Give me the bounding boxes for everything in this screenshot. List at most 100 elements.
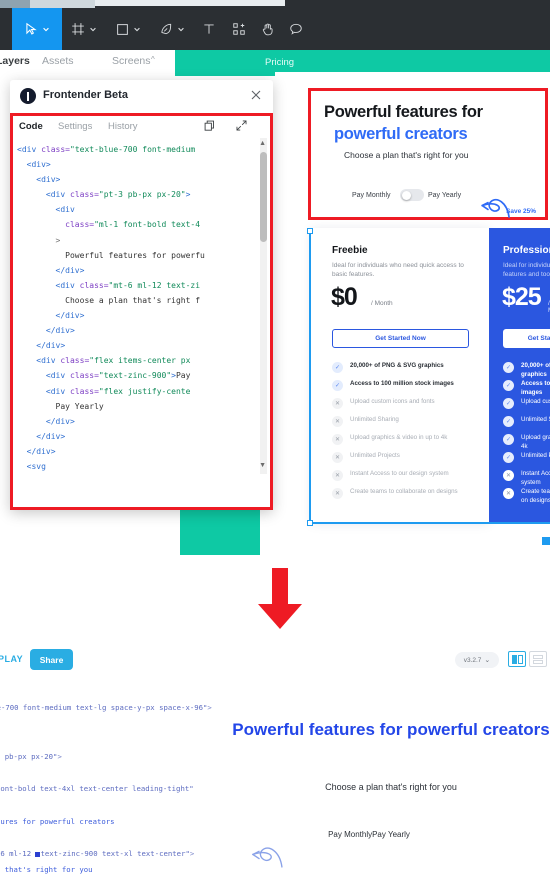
preview-heading: Powerful features for powerful creators [232, 720, 550, 739]
layout-pane-left [512, 654, 517, 664]
comment-bubble-icon [290, 23, 302, 35]
chevron-down-icon [133, 27, 140, 32]
editor-code-text: nfig "text-blue-700 font-medium text-lg … [0, 703, 212, 875]
frame-tool[interactable] [62, 8, 106, 50]
feature-label: Instant Access to our design system [521, 470, 550, 486]
preview-annotation-arrow-icon [252, 847, 283, 868]
layout-pane-top [533, 654, 543, 659]
hand-icon [262, 23, 273, 36]
frontender-plugin-panel: Frontender Beta Code Settings History <d… [10, 80, 273, 510]
move-tool[interactable] [12, 8, 62, 50]
plugin-code-scrollbar[interactable] [260, 138, 267, 474]
text-tool[interactable] [194, 8, 224, 50]
card-cta-button[interactable]: Get Started Now [503, 329, 550, 348]
tab-screens[interactable]: Screens [112, 55, 151, 67]
layout-pane-bottom [533, 659, 543, 664]
screenshot-root: Layers Assets Screens ^ Pricing Frontend… [0, 0, 550, 882]
billing-period-toggle[interactable] [400, 189, 424, 201]
editor-top-bar: PLAY Share v3.2.7 ⌄ [0, 640, 550, 683]
chevron-down-icon [90, 27, 96, 32]
pen-tool[interactable] [150, 8, 194, 50]
selection-edge-left[interactable] [309, 231, 311, 523]
card-cta-button[interactable]: Get Started Now [332, 329, 469, 348]
toggle-knob [401, 190, 411, 200]
code-line: > [55, 235, 61, 245]
feature-item: ✓ 20,000+ of PNG & SVG graphics [503, 362, 550, 379]
code-line: <div class="flex items-center px [36, 356, 191, 366]
components-tool[interactable] [224, 8, 254, 50]
feature-item: ✕ Create teams to collaborate on designs [503, 488, 550, 505]
tab-layers[interactable]: Layers [0, 55, 30, 67]
feature-item: ✓ Access to 100 million stock images [332, 380, 482, 391]
version-selector[interactable]: v3.2.7 ⌄ [455, 652, 499, 668]
tab-settings[interactable]: Settings [58, 121, 92, 132]
share-button[interactable]: Share [30, 649, 73, 670]
selection-edge-bottom[interactable] [309, 522, 550, 524]
editor-code-pane[interactable]: nfig "text-blue-700 font-medium text-lg … [0, 682, 232, 882]
preview-subtitle: Choose a plan that's right for you [325, 782, 457, 792]
hand-tool[interactable] [254, 8, 282, 50]
feature-item: ✓ 20,000+ of PNG & SVG graphics [332, 362, 482, 373]
card-price: $0 [331, 283, 358, 311]
code-line: </div> [55, 311, 85, 321]
selection-handle-bottom-left[interactable] [307, 520, 313, 526]
play-button[interactable]: PLAY [0, 654, 23, 664]
red-down-arrow [258, 568, 302, 629]
components-icon [233, 23, 245, 35]
copy-icon[interactable] [203, 119, 217, 133]
toggle-label-monthly: Pay Monthly [352, 192, 391, 199]
tab-code[interactable]: Code [19, 121, 43, 132]
code-line: <div class="pt-3 pb-px px-20"> [45, 190, 191, 200]
feature-item: ✕ Upload custom icons and fonts [332, 398, 482, 409]
code-line: Powerful features for powerfu [65, 250, 205, 260]
code-line: Pay Yearly [55, 401, 104, 411]
code-line: class="ml-1 font-bold text-4 [65, 220, 201, 230]
freebie-card: Freebie Ideal for individuals who need q… [311, 228, 489, 523]
scroll-up-icon[interactable]: ▲ [259, 140, 266, 147]
code-line: <div class="flex justify-cente [45, 386, 191, 396]
canvas-teal-block [180, 505, 260, 555]
layout-split-vertical-button[interactable] [508, 651, 526, 667]
text-icon [204, 24, 214, 34]
window-top-strip [0, 0, 550, 8]
selection-corner-marker[interactable] [542, 537, 550, 545]
code-line: Choose a plan that's right f [65, 295, 201, 305]
plugin-logo-icon [20, 88, 36, 104]
feature-label: Create teams to collaborate on designs [521, 488, 550, 504]
hero-title-line-2: powerful creators [334, 125, 468, 143]
feature-item: ✓ Unlimited Sharing [503, 416, 550, 427]
tab-screens-caret-icon[interactable]: ^ [151, 55, 155, 64]
selection-handle-top-left[interactable] [307, 228, 313, 234]
save-annotation-arrow-icon [481, 198, 510, 218]
cross-icon: ✕ [332, 488, 343, 499]
frame-icon [72, 23, 84, 35]
code-line: </div> [36, 431, 66, 441]
tab-history[interactable]: History [108, 121, 138, 132]
layout-pane-right [518, 654, 523, 664]
card-title: Professional [503, 245, 550, 256]
expand-diagonal-icon[interactable] [235, 119, 248, 132]
shape-tool[interactable] [106, 8, 150, 50]
top-strip-shade-b [30, 0, 95, 8]
comment-tool[interactable] [282, 8, 310, 50]
check-icon: ✓ [503, 434, 514, 445]
cross-icon: ✕ [332, 416, 343, 427]
feature-label: 20,000+ of PNG & SVG graphics [350, 362, 444, 369]
scrollbar-thumb[interactable] [260, 152, 267, 242]
plugin-code-viewer[interactable]: <div class="text-blue-700 font-medium <d… [13, 138, 263, 474]
scroll-down-icon[interactable]: ▼ [259, 462, 266, 469]
close-icon[interactable] [248, 87, 264, 103]
chevron-down-icon [178, 27, 184, 32]
tab-assets[interactable]: Assets [42, 55, 74, 67]
left-panel-tabs: Layers Assets Screens ^ [0, 50, 175, 76]
cross-icon: ✕ [503, 470, 514, 481]
preview-toggle-text: Pay MonthlyPay Yearly [328, 830, 410, 839]
layout-split-horizontal-button[interactable] [529, 651, 547, 667]
check-icon: ✓ [332, 380, 343, 391]
feature-label: Instant Access to our design system [350, 470, 449, 477]
cross-icon: ✕ [332, 470, 343, 481]
layout-switcher [508, 651, 550, 667]
plugin-title: Frontender Beta [43, 89, 128, 101]
feature-label: Unlimited Sharing [521, 416, 550, 423]
hero-title-line-1: Powerful features for [324, 103, 483, 121]
